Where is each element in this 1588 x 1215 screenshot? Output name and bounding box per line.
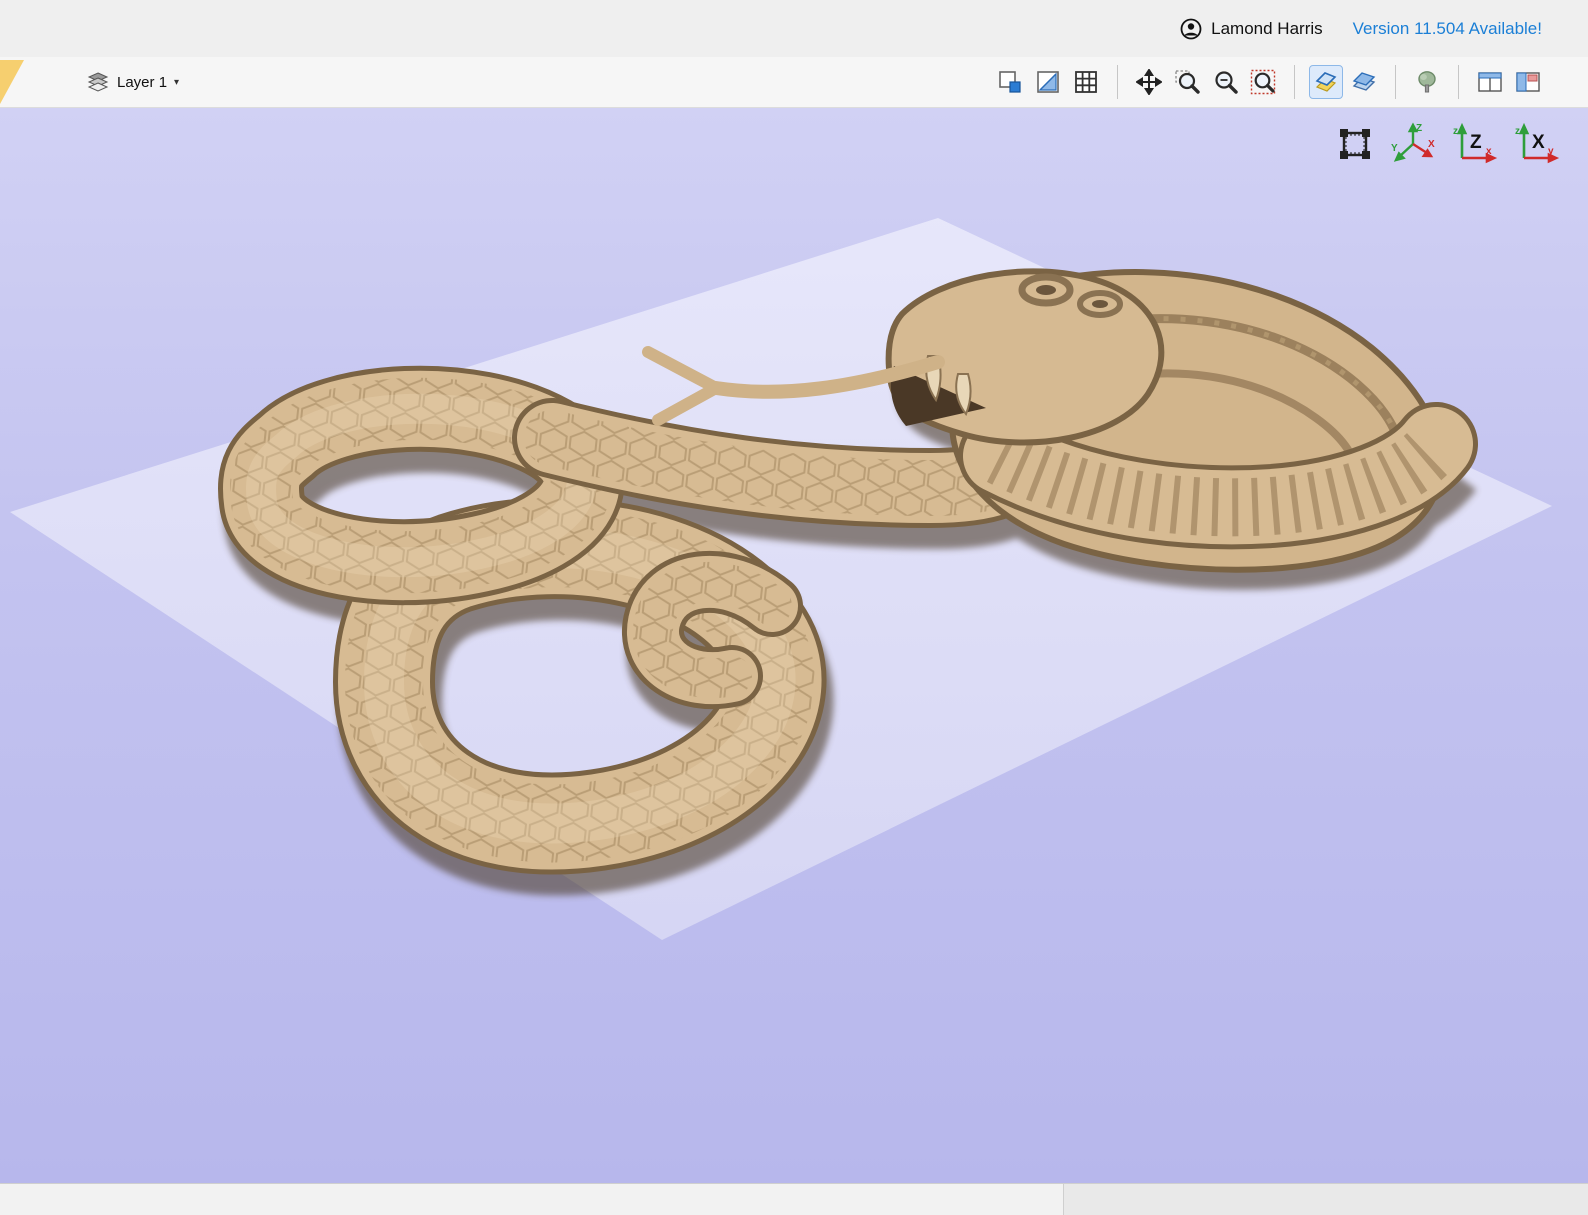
zoom-icon — [1215, 71, 1238, 94]
snap-options-button[interactable] — [1032, 66, 1064, 98]
grid-icon — [1075, 71, 1097, 93]
toolbar-separator — [1458, 65, 1459, 99]
toolbar-icon-group — [994, 65, 1588, 99]
user-name: Lamond Harris — [1211, 18, 1323, 38]
tile-windows-horizontal-icon — [1478, 72, 1502, 92]
3d-viewport[interactable]: Z Y X Z z x X z y — [0, 108, 1588, 1183]
active-layer-label: Layer 1 — [117, 73, 168, 91]
tile-windows-vertical-icon — [1516, 72, 1540, 92]
layers-icon — [87, 72, 109, 92]
toggle-2d-3d-icon — [1315, 72, 1337, 92]
isometric-view-button[interactable]: Z Y X — [1390, 122, 1436, 166]
svg-text:Z: Z — [1416, 123, 1422, 134]
application-window: Lamond Harris Version 11.504 Available! … — [0, 0, 1588, 1215]
svg-text:z: z — [1453, 126, 1458, 137]
pan-icon — [1136, 69, 1162, 95]
layer-dropdown[interactable]: Layer 1 ▾ — [86, 70, 179, 94]
svg-text:z: z — [1515, 126, 1520, 137]
isometric-view-icon: Z Y X — [1391, 122, 1435, 162]
toggle-2d-3d-view-button[interactable] — [1309, 65, 1343, 99]
material-preview-button[interactable] — [1411, 66, 1443, 98]
snap-options-icon — [1037, 71, 1059, 93]
select-objects-button[interactable] — [994, 66, 1026, 98]
3d-scene — [10, 218, 1552, 940]
svg-text:X: X — [1428, 139, 1435, 150]
zoom-box-button[interactable] — [1171, 66, 1203, 98]
material-preview-icon — [1418, 71, 1436, 93]
tile-windows-vertical-button[interactable] — [1512, 66, 1544, 98]
user-icon — [1180, 18, 1202, 39]
side-view-button[interactable]: X z y — [1514, 122, 1560, 166]
view-orientation-controls: Z Y X Z z x X z y — [1336, 122, 1560, 166]
top-bar: Lamond Harris Version 11.504 Available! — [0, 0, 1588, 57]
tile-windows-2d-3d-button[interactable] — [1474, 66, 1506, 98]
fit-to-material-button[interactable] — [1336, 125, 1374, 163]
svg-text:X: X — [1532, 132, 1545, 153]
chevron-down-icon: ▾ — [174, 76, 180, 88]
toolbar-separator — [1395, 65, 1396, 99]
pan-view-button[interactable] — [1133, 66, 1165, 98]
multi-sided-view-button[interactable] — [1348, 66, 1380, 98]
svg-text:Y: Y — [1391, 143, 1398, 154]
zoom-box-icon — [1175, 70, 1200, 94]
toolbar-separator — [1117, 65, 1118, 99]
front-view-icon: Z z x — [1453, 122, 1498, 164]
zoom-selected-icon — [1250, 69, 1276, 95]
select-objects-icon — [999, 71, 1021, 93]
toolbar-separator — [1294, 65, 1295, 99]
version-update-link[interactable]: Version 11.504 Available! — [1353, 19, 1542, 39]
zoom-selected-button[interactable] — [1247, 66, 1279, 98]
svg-text:Z: Z — [1470, 132, 1482, 153]
multi-sided-view-icon — [1352, 72, 1376, 91]
status-bar-right — [1063, 1184, 1588, 1215]
side-view-icon: X z y — [1515, 122, 1560, 164]
tab-corner-decoration — [0, 60, 24, 104]
fit-to-material-icon — [1340, 129, 1370, 159]
user-account-button[interactable]: Lamond Harris — [1180, 18, 1323, 40]
front-view-button[interactable]: Z z x — [1452, 122, 1498, 166]
grid-toggle-button[interactable] — [1070, 66, 1102, 98]
status-bar — [0, 1183, 1588, 1215]
svg-text:x: x — [1486, 146, 1492, 157]
zoom-interactive-button[interactable] — [1209, 66, 1241, 98]
svg-text:y: y — [1548, 146, 1554, 157]
view-toolbar: Layer 1 ▾ — [0, 57, 1588, 108]
status-bar-left — [0, 1184, 1063, 1215]
